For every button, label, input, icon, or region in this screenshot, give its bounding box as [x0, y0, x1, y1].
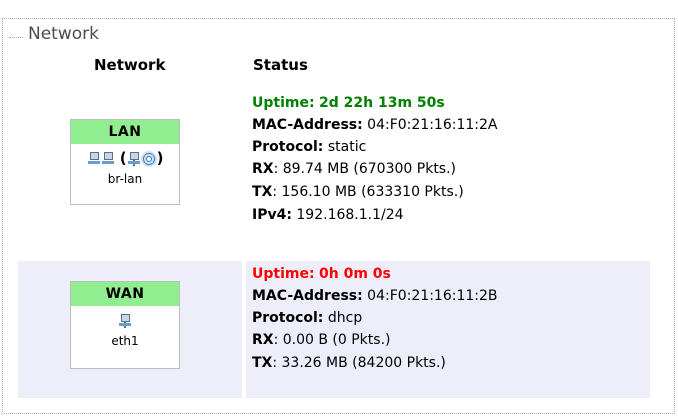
interface-icons: [71, 310, 179, 330]
protocol-label: Protocol:: [252, 139, 324, 155]
wireless-icon: [140, 150, 157, 167]
ipv4-line: IPv4: 192.168.1.1/24: [252, 207, 404, 223]
rx-line: RX: 0.00 B (0 Pkts.): [252, 332, 391, 348]
interface-name: LAN: [71, 120, 179, 144]
table-row-wan: WAN eth1 Uptime: 0h 0m 0s MAC-Address: 0…: [18, 261, 650, 398]
rx-value: : 0.00 B (0 Pkts.): [273, 332, 391, 348]
rx-value: : 89.74 MB (670300 Pkts.): [273, 161, 457, 177]
rx-label: RX: [252, 161, 274, 177]
section-legend: Network: [23, 24, 104, 44]
switch-icon: [87, 151, 101, 166]
device-name: eth1: [111, 334, 139, 348]
protocol-line: Protocol: dhcp: [252, 310, 362, 326]
ipv4-value: 192.168.1.1/24: [296, 207, 404, 223]
tx-label: TX: [252, 355, 273, 371]
network-cell: LAN () br-lan: [18, 88, 242, 258]
network-port-icon: [127, 151, 141, 166]
tx-line: TX: 156.10 MB (633310 Pkts.): [252, 184, 464, 200]
device-name: br-lan: [107, 172, 143, 186]
table-row-lan: LAN () br-lan Uptime: 2d 22h 13m 50s MAC…: [18, 88, 650, 258]
protocol-value: static: [327, 139, 367, 155]
switch-icon-2: [101, 151, 115, 166]
column-header-status: Status: [253, 56, 308, 74]
status-cell: Uptime: 2d 22h 13m 50s MAC-Address: 04:F…: [246, 88, 650, 258]
column-header-network: Network: [94, 56, 166, 74]
rx-label: RX: [252, 332, 274, 348]
uptime-label: Uptime:: [252, 266, 315, 282]
protocol-label: Protocol:: [252, 310, 324, 326]
uptime-value: 2d 22h 13m 50s: [319, 95, 445, 111]
bridge-close-paren: ): [156, 149, 164, 167]
protocol-line: Protocol: static: [252, 139, 366, 155]
protocol-value: dhcp: [327, 310, 363, 326]
tx-value: : 156.10 MB (633310 Pkts.): [272, 184, 464, 200]
tx-line: TX: 33.26 MB (84200 Pkts.): [252, 355, 446, 371]
status-cell: Uptime: 0h 0m 0s MAC-Address: 04:F0:21:1…: [246, 261, 650, 398]
interface-badge-lan[interactable]: LAN () br-lan: [70, 119, 180, 205]
mac-label: MAC-Address:: [252, 117, 363, 133]
tx-label: TX: [252, 184, 273, 200]
uptime-value: 0h 0m 0s: [319, 266, 391, 282]
mac-value: 04:F0:21:16:11:2B: [367, 288, 498, 304]
rx-line: RX: 89.74 MB (670300 Pkts.): [252, 161, 456, 177]
uptime-line: Uptime: 2d 22h 13m 50s: [252, 95, 445, 111]
bridge-open-paren: (: [119, 149, 127, 167]
network-cell: WAN eth1: [18, 261, 242, 398]
interface-icons: (): [71, 148, 179, 168]
mac-value: 04:F0:21:16:11:2A: [367, 117, 498, 133]
mac-line: MAC-Address: 04:F0:21:16:11:2A: [252, 117, 497, 133]
uptime-label: Uptime:: [252, 95, 315, 111]
network-port-icon: [118, 313, 132, 328]
mac-label: MAC-Address:: [252, 288, 363, 304]
ipv4-label: IPv4:: [252, 207, 292, 223]
tx-value: : 33.26 MB (84200 Pkts.): [272, 355, 446, 371]
uptime-line: Uptime: 0h 0m 0s: [252, 266, 391, 282]
mac-line: MAC-Address: 04:F0:21:16:11:2B: [252, 288, 498, 304]
interface-name: WAN: [71, 282, 179, 306]
interface-badge-wan[interactable]: WAN eth1: [70, 281, 180, 369]
legend-dots: [9, 37, 23, 38]
